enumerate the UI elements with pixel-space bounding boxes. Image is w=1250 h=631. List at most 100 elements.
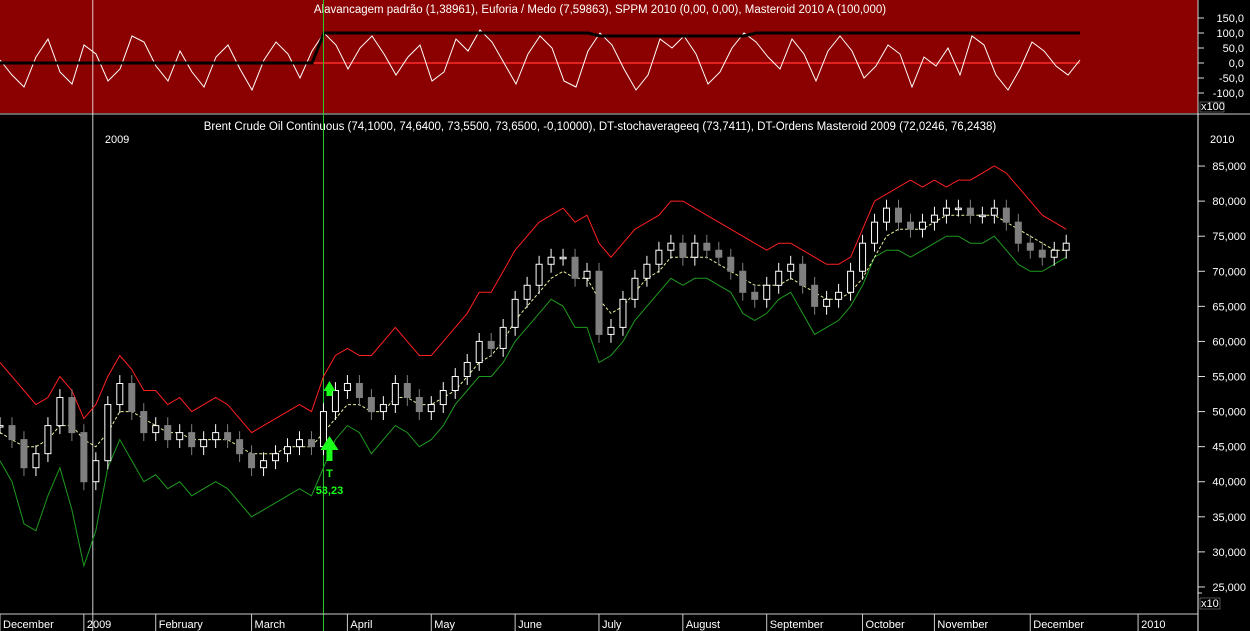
candle-body	[307, 439, 315, 448]
candle-body	[104, 404, 112, 462]
signal-arrow-stem	[326, 390, 333, 397]
lower-band-line	[0, 235, 1067, 568]
candle-body	[200, 439, 208, 448]
candle-body	[296, 439, 303, 448]
candle-body	[655, 249, 663, 265]
candle-body	[212, 432, 220, 441]
month-label: March	[255, 619, 286, 631]
month-label: December	[3, 619, 54, 631]
candle-body	[499, 326, 507, 349]
price-tick-label: 70,000	[1212, 266, 1246, 278]
candle-body	[1002, 207, 1010, 223]
price-scale-note: x10	[1201, 598, 1219, 610]
candle-body	[883, 207, 891, 223]
candle-body	[835, 291, 843, 300]
candle-body	[787, 263, 795, 272]
candle-body	[691, 242, 699, 258]
candle-body	[571, 256, 579, 279]
price-tick-label: 25,000	[1212, 582, 1246, 594]
signal-arrow-big-stem	[326, 449, 333, 461]
candle-body	[68, 397, 76, 434]
candle-body	[92, 460, 100, 483]
candle-body	[739, 270, 747, 293]
candle-body	[559, 256, 567, 260]
candle-body	[487, 340, 495, 349]
price-tick-label: 65,000	[1212, 301, 1246, 313]
month-label: September	[770, 619, 824, 631]
candle-body	[871, 221, 879, 244]
candle-body	[547, 256, 555, 265]
indicator-tick-label: 0,0	[1229, 58, 1244, 70]
candle-body	[343, 383, 351, 392]
candle-body	[44, 425, 52, 455]
candle-body	[643, 263, 651, 279]
candle-body	[1050, 249, 1058, 258]
month-label: October	[866, 619, 905, 631]
candle-body	[703, 242, 711, 251]
indicator-tick-label: 100,0	[1216, 28, 1244, 40]
year-label: 2009	[105, 134, 129, 146]
candle-body	[164, 425, 172, 441]
price-title: Brent Crude Oil Continuous (74,1000, 74,…	[204, 121, 997, 133]
candle-body	[667, 242, 675, 251]
candle-body	[128, 383, 136, 413]
price-tick-label: 45,000	[1212, 442, 1246, 454]
candle-body	[523, 284, 531, 300]
candle-body	[367, 397, 375, 413]
candle-body	[631, 277, 639, 300]
candle-body	[811, 284, 819, 307]
indicator-tick-label: 50,0	[1223, 43, 1244, 55]
indicator-tick-label: -50,0	[1219, 73, 1244, 85]
candle-body	[176, 432, 184, 441]
candle-body	[535, 263, 543, 286]
price-tick-label: 55,000	[1212, 372, 1246, 384]
price-tick-label: 80,000	[1212, 196, 1246, 208]
indicator-panel-background	[0, 0, 1198, 113]
candle-body	[823, 298, 831, 307]
indicator-tick-label: -100,0	[1213, 88, 1244, 100]
price-tick-label: 60,000	[1212, 336, 1246, 348]
candle-body	[978, 214, 986, 218]
signal-type-label: T	[326, 468, 333, 480]
price-tick-label: 35,000	[1212, 512, 1246, 524]
price-tick-label: 40,000	[1212, 477, 1246, 489]
indicator-panel[interactable]: Alavancagem padrão (1,38961), Euforia / …	[0, 0, 1250, 113]
candle-body	[895, 207, 902, 223]
candle-body	[763, 284, 771, 300]
trading-chart[interactable]: Alavancagem padrão (1,38961), Euforia / …	[0, 0, 1250, 631]
candle-body	[331, 390, 339, 413]
candle-body	[511, 298, 519, 328]
candle-body	[679, 242, 687, 258]
candle-body	[715, 249, 723, 258]
candle-body	[775, 270, 783, 286]
candle-body	[248, 453, 256, 469]
buy-signal: T 53,23	[316, 381, 343, 497]
price-series	[0, 165, 1070, 568]
candle-body	[1026, 242, 1034, 251]
candle-body	[0, 425, 4, 428]
price-x-axis: December 2009 February March April May June Jul…	[0, 613, 1198, 631]
month-label: 2009	[87, 619, 111, 631]
candle-body	[140, 411, 148, 434]
candle-body	[116, 383, 124, 406]
candle-body	[583, 270, 591, 279]
candle-body	[990, 207, 998, 216]
indicator-tick-label: 150,0	[1216, 13, 1244, 25]
candle-body	[439, 390, 447, 406]
month-label: February	[159, 619, 204, 631]
candle-body	[463, 361, 471, 377]
candle-body	[595, 270, 603, 335]
month-label: May	[434, 619, 455, 631]
candle-body	[415, 397, 423, 413]
month-label: June	[518, 619, 542, 631]
candle-body	[930, 214, 938, 223]
month-label: November	[937, 619, 988, 631]
candle-body	[1038, 249, 1046, 258]
stoch-average-line	[0, 214, 1067, 455]
candle-body	[284, 446, 292, 455]
month-label: 2010	[1141, 619, 1165, 631]
candle-body	[272, 453, 280, 462]
candle-body	[859, 242, 867, 272]
candle-body	[391, 383, 399, 406]
candle-body	[355, 383, 363, 399]
